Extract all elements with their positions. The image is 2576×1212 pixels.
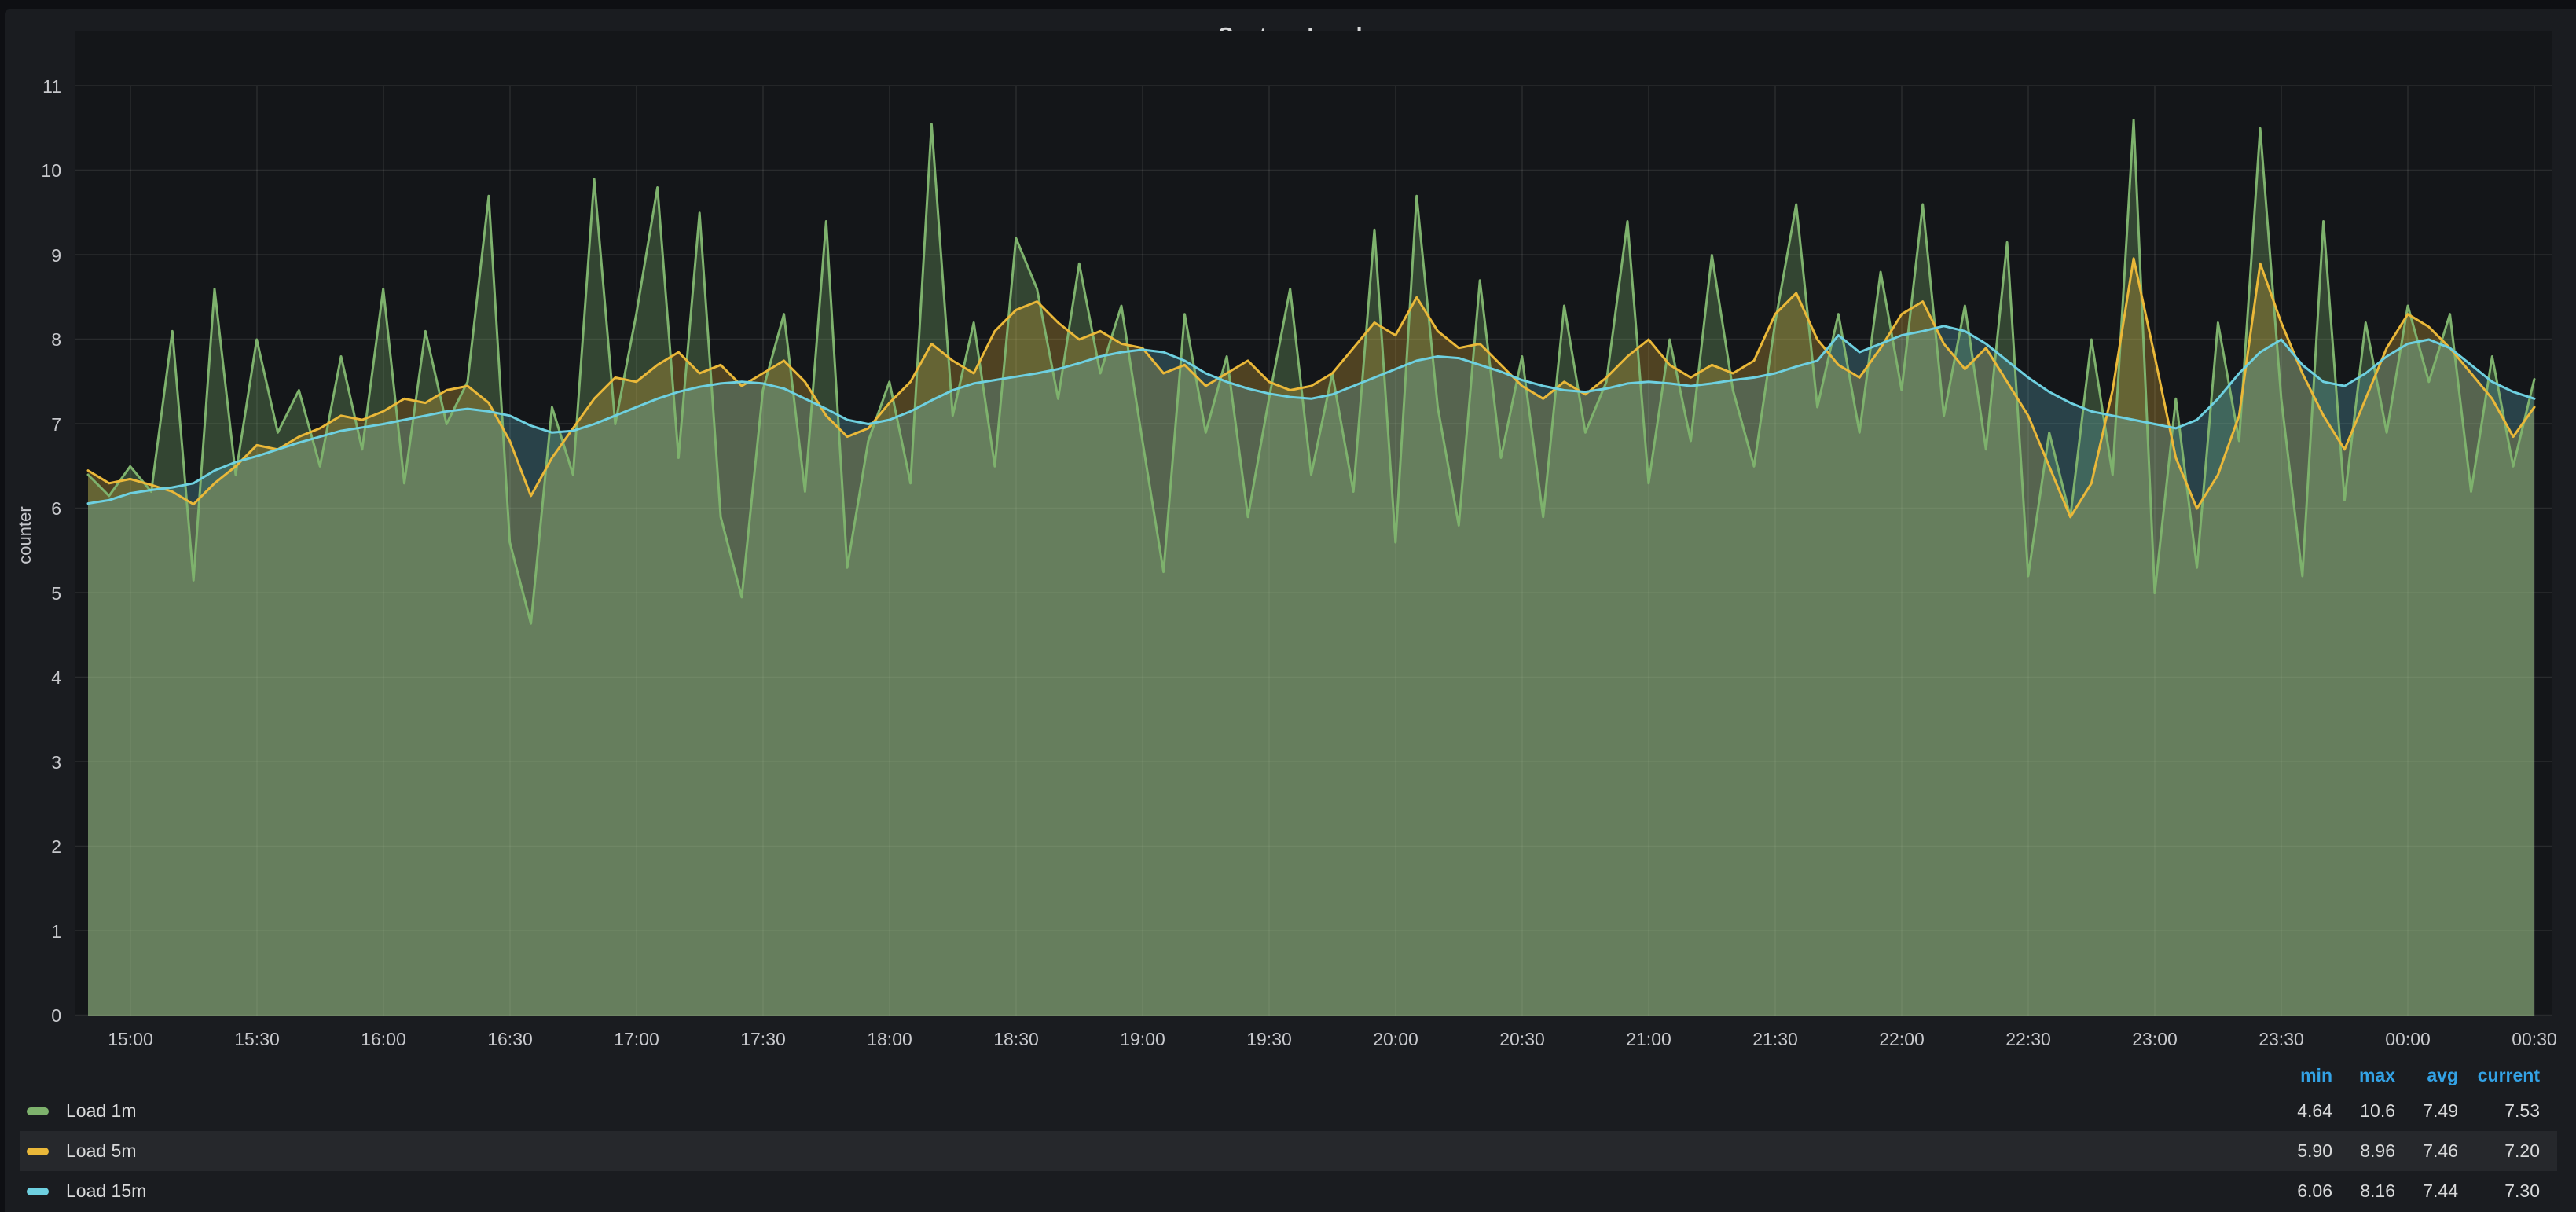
stat-max: 8.96 [2332, 1140, 2395, 1162]
x-axis-tick-label: 18:30 [969, 1027, 1063, 1051]
x-axis-tick-label: 16:30 [463, 1027, 557, 1051]
y-axis-tick-label: 7 [5, 413, 61, 436]
graph-panel: System Load 01234567891011 15:0015:3016:… [5, 9, 2576, 1212]
stat-current: 7.30 [2458, 1181, 2540, 1202]
stat-avg: 7.44 [2395, 1181, 2458, 1202]
stat-avg: 7.46 [2395, 1140, 2458, 1162]
y-axis-tick-label: 2 [5, 835, 61, 858]
series-label[interactable]: Load 1m [66, 1100, 137, 1122]
series-label[interactable]: Load 5m [66, 1140, 137, 1162]
x-axis-tick-label: 19:30 [1222, 1027, 1316, 1051]
stat-current: 7.20 [2458, 1140, 2540, 1162]
stat-avg: 7.49 [2395, 1100, 2458, 1122]
y-axis-tick-label: 1 [5, 920, 61, 943]
y-axis-title: counter [15, 506, 35, 564]
y-axis-tick-label: 8 [5, 328, 61, 351]
x-axis-tick-label: 20:30 [1475, 1027, 1569, 1051]
x-axis-tick-label: 17:00 [589, 1027, 684, 1051]
y-axis-tick-label: 9 [5, 244, 61, 267]
x-axis-tick-label: 15:00 [83, 1027, 178, 1051]
x-axis-tick-label: 21:00 [1602, 1027, 1696, 1051]
stat-min: 4.64 [2270, 1100, 2332, 1122]
x-axis-tick-label: 16:00 [336, 1027, 431, 1051]
x-axis-tick-label: 23:30 [2234, 1027, 2328, 1051]
x-axis-tick-label: 19:00 [1095, 1027, 1190, 1051]
x-axis-tick-label: 20:00 [1349, 1027, 1443, 1051]
x-axis-tick-label: 18:00 [842, 1027, 937, 1051]
x-axis-tick-label: 17:30 [716, 1027, 810, 1051]
y-axis-tick-label: 5 [5, 582, 61, 605]
series-color-swatch-icon[interactable] [27, 1188, 49, 1195]
x-axis-tick-label: 15:30 [210, 1027, 304, 1051]
x-axis-tick-label: 00:00 [2361, 1027, 2455, 1051]
y-axis-tick-label: 0 [5, 1004, 61, 1027]
stat-max: 8.16 [2332, 1181, 2395, 1202]
x-axis-tick-label: 23:00 [2108, 1027, 2202, 1051]
legend-header-row: min max avg current [20, 1060, 2557, 1091]
stat-current: 7.53 [2458, 1100, 2540, 1122]
legend-sort-min[interactable]: min [2270, 1065, 2332, 1086]
legend-sort-current[interactable]: current [2458, 1065, 2540, 1086]
stat-max: 10.6 [2332, 1100, 2395, 1122]
y-axis-tick-label: 3 [5, 751, 61, 774]
series-color-swatch-icon[interactable] [27, 1107, 49, 1115]
x-axis-tick-label: 00:30 [2487, 1027, 2576, 1051]
x-axis-tick-label: 22:30 [1981, 1027, 2075, 1051]
stat-min: 5.90 [2270, 1140, 2332, 1162]
series-color-swatch-icon[interactable] [27, 1148, 49, 1155]
legend-row-load-15m[interactable]: Load 15m 6.06 8.16 7.44 7.30 [20, 1171, 2557, 1211]
stat-min: 6.06 [2270, 1181, 2332, 1202]
chart-plot-area[interactable] [75, 31, 2552, 1016]
y-axis-tick-label: 10 [5, 159, 61, 182]
y-axis-tick-label: 11 [5, 75, 61, 98]
x-axis-tick-label: 22:00 [1855, 1027, 1949, 1051]
legend-table: min max avg current Load 1m 4.64 10.6 7.… [20, 1060, 2557, 1211]
series-label[interactable]: Load 15m [66, 1181, 146, 1202]
legend-sort-max[interactable]: max [2332, 1065, 2395, 1086]
legend-sort-avg[interactable]: avg [2395, 1065, 2458, 1086]
legend-row-load-1m[interactable]: Load 1m 4.64 10.6 7.49 7.53 [20, 1091, 2557, 1131]
x-axis-tick-label: 21:30 [1728, 1027, 1822, 1051]
y-axis-tick-label: 4 [5, 666, 61, 689]
legend-row-load-5m[interactable]: Load 5m 5.90 8.96 7.46 7.20 [20, 1131, 2557, 1171]
